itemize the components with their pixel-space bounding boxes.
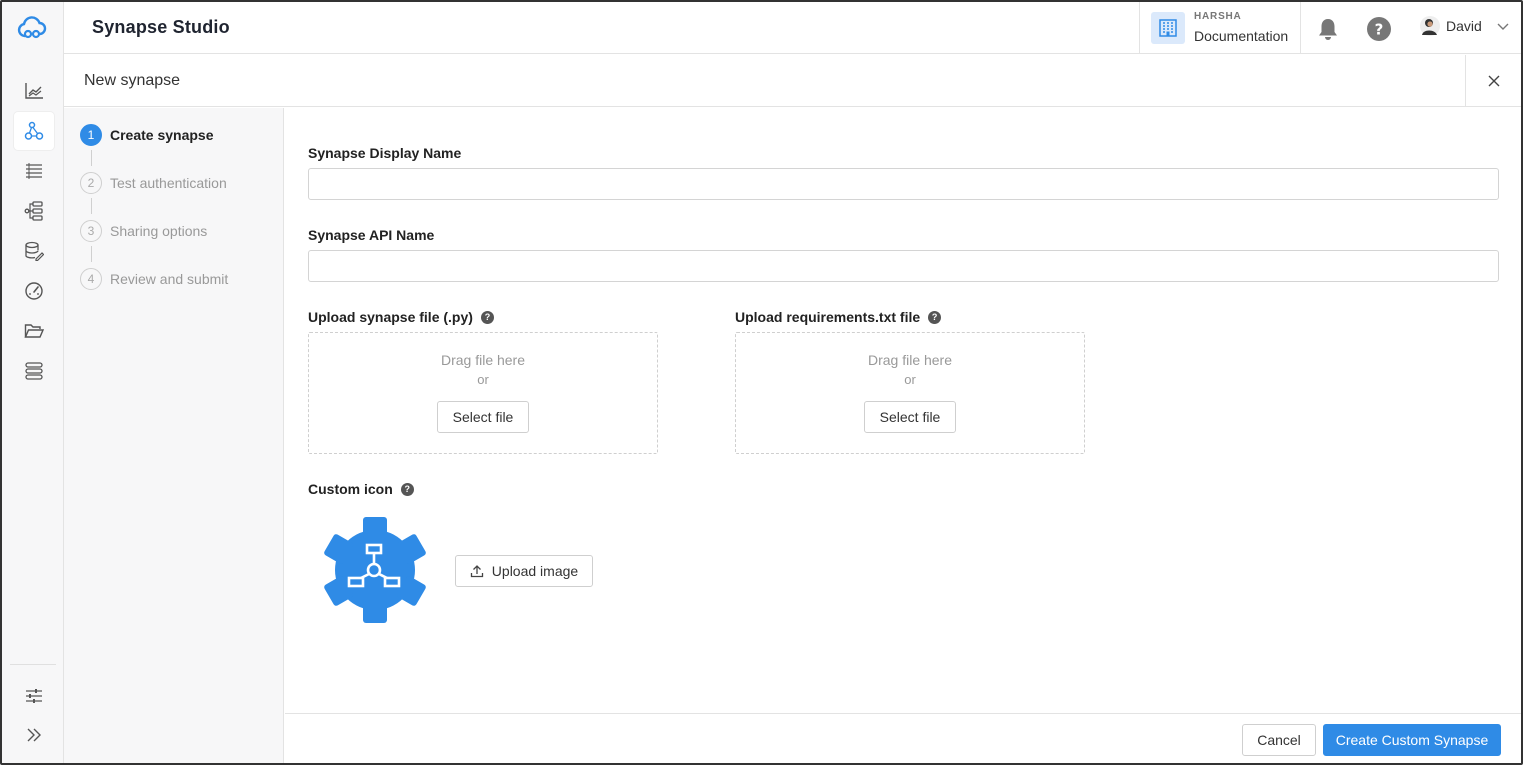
analytics-chart-icon [25, 83, 43, 99]
close-icon [1488, 75, 1499, 87]
rail-item-data[interactable] [14, 232, 54, 270]
step-create-synapse[interactable]: 1 Create synapse [80, 123, 214, 147]
rail-item-monitor[interactable] [14, 272, 54, 310]
drag-file-text: Drag file here [867, 352, 953, 368]
step-label: Create synapse [110, 127, 214, 143]
or-text: or [904, 372, 916, 387]
sliders-icon [26, 689, 42, 703]
help-question-icon[interactable]: ? [400, 482, 414, 496]
api-name-label: Synapse API Name [308, 227, 435, 243]
rail-divider [10, 664, 56, 665]
synapse-network-icon [24, 121, 44, 140]
step-label: Sharing options [110, 223, 208, 239]
chevron-down-icon [1497, 23, 1509, 30]
upload-requirements-label: Upload requirements.txt file ? [735, 309, 942, 325]
select-requirements-file-button[interactable]: Select file [864, 401, 956, 433]
svg-text:?: ? [1375, 21, 1384, 39]
step-sharing-options[interactable]: 3 Sharing options [80, 219, 207, 243]
org-switcher[interactable]: HARSHA Documentation [1139, 2, 1301, 54]
list-icon [26, 163, 42, 179]
dialog-footer: Cancel Create Custom Synapse [285, 713, 1521, 763]
documentation-link[interactable]: Documentation [1194, 28, 1288, 44]
rail-item-analytics[interactable] [14, 72, 54, 110]
select-py-file-button[interactable]: Select file [437, 401, 529, 433]
org-name: HARSHA [1194, 11, 1242, 22]
or-text: or [477, 372, 489, 387]
upload-image-button[interactable]: Upload image [455, 555, 593, 587]
rail-item-files[interactable] [14, 312, 54, 350]
help-question-icon[interactable]: ? [480, 310, 494, 324]
rail-item-workflow[interactable] [14, 192, 54, 230]
user-menu[interactable]: David [1420, 16, 1510, 36]
app-window: Synapse Studio HARSHA Documentation ? Da… [0, 0, 1523, 765]
step-connector [91, 198, 92, 214]
step-review-and-submit[interactable]: 4 Review and submit [80, 267, 228, 291]
step-number: 3 [80, 220, 102, 242]
drag-file-text: Drag file here [440, 352, 526, 368]
display-name-input[interactable] [308, 168, 1499, 200]
step-label: Review and submit [110, 271, 229, 287]
dialog-header: New synapse [64, 55, 1521, 107]
step-label: Test authentication [110, 175, 227, 191]
notifications-bell-icon[interactable] [1317, 17, 1339, 46]
help-icon[interactable]: ? [1367, 17, 1391, 46]
rail-item-settings[interactable] [14, 677, 54, 715]
step-number: 1 [80, 124, 102, 146]
step-number: 2 [80, 172, 102, 194]
custom-icon-label: Custom icon ? [308, 481, 414, 497]
rail-item-synapses[interactable] [14, 112, 54, 150]
server-stack-icon [25, 362, 43, 380]
rail-item-expand[interactable] [14, 716, 54, 754]
wizard-steps: 1 Create synapse 2 Test authentication 3… [64, 108, 284, 763]
requirements-file-dropzone[interactable]: Drag file here or Select file [735, 332, 1085, 454]
step-connector [91, 150, 92, 166]
close-button[interactable] [1465, 55, 1521, 107]
step-test-authentication[interactable]: 2 Test authentication [80, 171, 227, 195]
top-bar: Synapse Studio HARSHA Documentation ? Da… [64, 2, 1521, 54]
avatar [1420, 16, 1440, 36]
upload-requirements-label-text: Upload requirements.txt file [735, 309, 921, 325]
api-name-input[interactable] [308, 250, 1499, 282]
custom-icon-label-text: Custom icon [308, 481, 393, 497]
app-title: Synapse Studio [92, 17, 230, 37]
upload-py-label-text: Upload synapse file (.py) [308, 309, 473, 325]
rail-item-list[interactable] [14, 152, 54, 190]
create-synapse-form: Synapse Display Name Synapse API Name Up… [285, 108, 1521, 713]
left-rail [2, 2, 64, 763]
create-custom-synapse-button[interactable]: Create Custom Synapse [1323, 724, 1501, 756]
cloud-logo-icon[interactable] [16, 14, 48, 42]
database-edit-icon [25, 241, 44, 261]
workflow-tree-icon [24, 201, 43, 221]
synapse-gear-icon [321, 515, 429, 625]
upload-py-label: Upload synapse file (.py) ? [308, 309, 494, 325]
step-number: 4 [80, 268, 102, 290]
rail-item-servers[interactable] [14, 352, 54, 390]
user-name: David [1446, 18, 1482, 34]
expand-double-chevron-icon [27, 728, 41, 742]
step-connector [91, 246, 92, 262]
upload-image-label: Upload image [491, 563, 579, 579]
dialog-title: New synapse [84, 72, 181, 89]
upload-icon [470, 565, 483, 578]
help-question-icon[interactable]: ? [928, 310, 942, 324]
display-name-label: Synapse Display Name [308, 145, 462, 161]
py-file-dropzone[interactable]: Drag file here or Select file [308, 332, 658, 454]
gauge-icon [25, 282, 43, 300]
cancel-button[interactable]: Cancel [1242, 724, 1316, 756]
folder-open-icon [24, 324, 44, 338]
building-icon [1151, 12, 1185, 44]
